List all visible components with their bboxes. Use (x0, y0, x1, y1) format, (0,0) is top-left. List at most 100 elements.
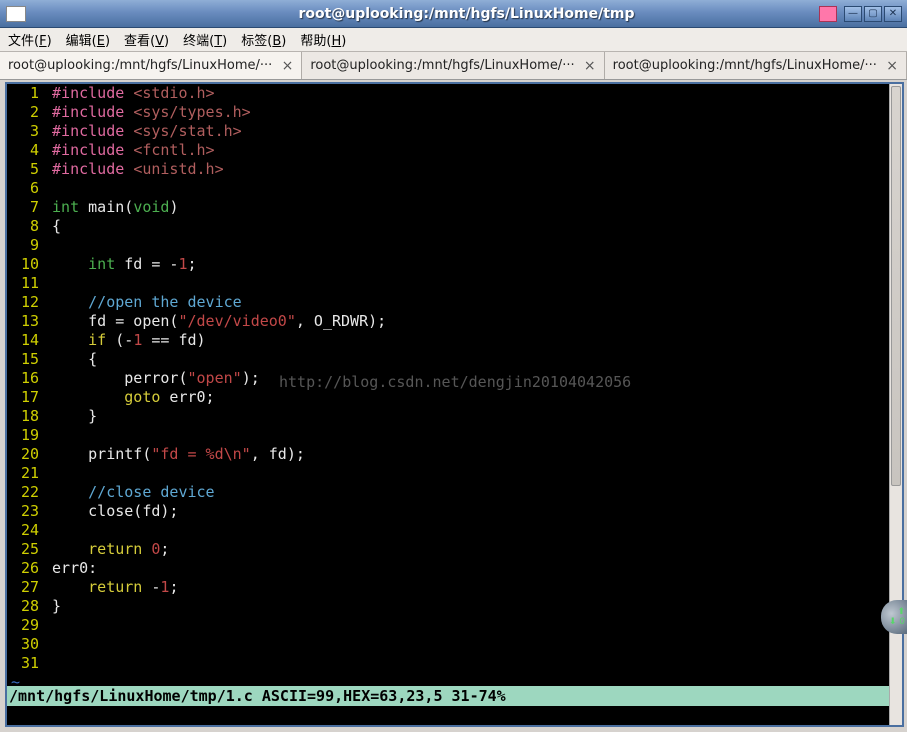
code-line: 25 return 0; (11, 540, 902, 559)
window-controls: — ▢ ✕ (844, 6, 902, 22)
line-number: 19 (11, 426, 43, 445)
line-content: perror("open"); (43, 369, 260, 388)
line-number: 12 (11, 293, 43, 312)
code-line: 9 (11, 236, 902, 255)
code-line: 21 (11, 464, 902, 483)
line-content: #include <sys/stat.h> (43, 122, 242, 141)
code-line: 24 (11, 521, 902, 540)
code-line: 27 return -1; (11, 578, 902, 597)
line-content (43, 464, 52, 483)
tab-1[interactable]: root@uplooking:/mnt/hgfs/LinuxHome/··· × (0, 52, 302, 79)
menu-tags[interactable]: 标签(B) (241, 30, 286, 49)
menu-edit[interactable]: 编辑(E) (66, 30, 110, 49)
close-button[interactable]: ✕ (884, 6, 902, 22)
line-number: 14 (11, 331, 43, 350)
arrow-down-icon: ⬇ 0 (889, 617, 905, 627)
code-editor[interactable]: 1 #include <stdio.h>2 #include <sys/type… (7, 84, 902, 725)
line-content: return -1; (43, 578, 178, 597)
line-content: } (43, 597, 61, 616)
scrollbar-thumb[interactable] (891, 86, 901, 486)
code-line: 19 (11, 426, 902, 445)
code-line: 13 fd = open("/dev/video0", O_RDWR); (11, 312, 902, 331)
line-content: //open the device (43, 293, 242, 312)
code-line: 11 (11, 274, 902, 293)
vim-statusline: /mnt/hgfs/LinuxHome/tmp/1.c ASCII=99,HEX… (7, 686, 902, 706)
line-number: 28 (11, 597, 43, 616)
line-number: 8 (11, 217, 43, 236)
line-number: 23 (11, 502, 43, 521)
window-titlebar: root@uplooking:/mnt/hgfs/LinuxHome/tmp —… (0, 0, 907, 28)
code-line: 6 (11, 179, 902, 198)
code-line: 29 (11, 616, 902, 635)
menu-bar: 文件(F) 编辑(E) 查看(V) 终端(T) 标签(B) 帮助(H) (0, 28, 907, 52)
secondary-icon (819, 6, 837, 22)
menu-terminal[interactable]: 终端(T) (183, 30, 227, 49)
line-number: 11 (11, 274, 43, 293)
line-number: 24 (11, 521, 43, 540)
tab-2[interactable]: root@uplooking:/mnt/hgfs/LinuxHome/··· × (302, 52, 604, 79)
code-line: 12 //open the device (11, 293, 902, 312)
line-number: 13 (11, 312, 43, 331)
line-content: #include <fcntl.h> (43, 141, 215, 160)
line-content: close(fd); (43, 502, 178, 521)
tab-close-icon[interactable]: × (584, 58, 596, 74)
line-number: 2 (11, 103, 43, 122)
line-content (43, 426, 52, 445)
code-line: 31 (11, 654, 902, 673)
line-content (43, 179, 52, 198)
line-content: #include <sys/types.h> (43, 103, 251, 122)
line-number: 25 (11, 540, 43, 559)
code-line: 26 err0: (11, 559, 902, 578)
code-line: 5 #include <unistd.h> (11, 160, 902, 179)
line-content: printf("fd = %d\n", fd); (43, 445, 305, 464)
tab-close-icon[interactable]: × (886, 58, 898, 74)
line-number: 26 (11, 559, 43, 578)
window-title: root@uplooking:/mnt/hgfs/LinuxHome/tmp (26, 6, 907, 22)
line-number: 31 (11, 654, 43, 673)
code-line: 22 //close device (11, 483, 902, 502)
tab-label: root@uplooking:/mnt/hgfs/LinuxHome/··· (8, 58, 272, 73)
line-content: #include <stdio.h> (43, 84, 215, 103)
menu-file[interactable]: 文件(F) (8, 30, 52, 49)
code-line: 7 int main(void) (11, 198, 902, 217)
line-number: 17 (11, 388, 43, 407)
line-content: { (43, 217, 61, 236)
line-content: } (43, 407, 97, 426)
code-line: 17 goto err0; (11, 388, 902, 407)
editor-frame: 1 #include <stdio.h>2 #include <sys/type… (5, 82, 904, 727)
code-line: 18 } (11, 407, 902, 426)
line-content: { (43, 350, 97, 369)
minimize-button[interactable]: — (844, 6, 862, 22)
code-line: 15 { (11, 350, 902, 369)
maximize-button[interactable]: ▢ (864, 6, 882, 22)
line-content: int fd = -1; (43, 255, 197, 274)
code-line: 8 { (11, 217, 902, 236)
line-number: 4 (11, 141, 43, 160)
line-content (43, 236, 52, 255)
line-number: 20 (11, 445, 43, 464)
line-number: 5 (11, 160, 43, 179)
line-number: 30 (11, 635, 43, 654)
line-number: 18 (11, 407, 43, 426)
line-content (43, 616, 52, 635)
code-line: 3 #include <sys/stat.h> (11, 122, 902, 141)
side-badge: ⬆ ⬇ 0 (881, 600, 907, 634)
code-line: 1 #include <stdio.h> (11, 84, 902, 103)
code-line: 14 if (-1 == fd) (11, 331, 902, 350)
line-content: return 0; (43, 540, 169, 559)
line-number: 3 (11, 122, 43, 141)
code-line: 28 } (11, 597, 902, 616)
line-content (43, 635, 52, 654)
line-content: err0: (43, 559, 97, 578)
line-content (43, 274, 52, 293)
code-line: 2 #include <sys/types.h> (11, 103, 902, 122)
line-number: 15 (11, 350, 43, 369)
tab-3[interactable]: root@uplooking:/mnt/hgfs/LinuxHome/··· × (605, 52, 907, 79)
code-line: 10 int fd = -1; (11, 255, 902, 274)
tab-close-icon[interactable]: × (282, 58, 294, 74)
line-content: //close device (43, 483, 215, 502)
code-line: 16 perror("open"); (11, 369, 902, 388)
menu-help[interactable]: 帮助(H) (300, 30, 346, 49)
tab-label: root@uplooking:/mnt/hgfs/LinuxHome/··· (613, 58, 877, 73)
menu-view[interactable]: 查看(V) (124, 30, 169, 49)
